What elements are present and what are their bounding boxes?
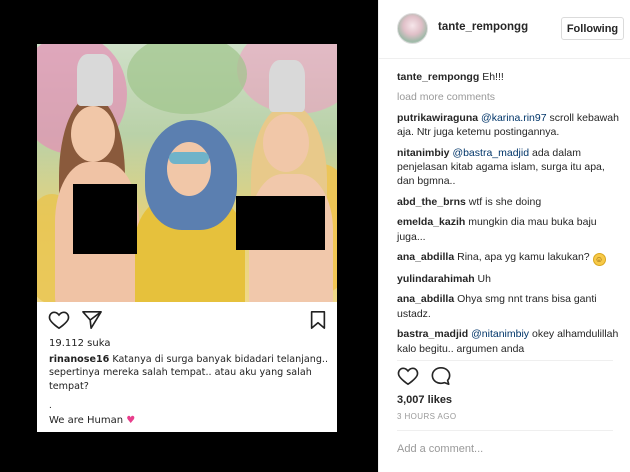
divider xyxy=(397,430,613,431)
comment-item: putrikawiraguna @karina.rin97 scroll keb… xyxy=(397,111,619,140)
comment-icon[interactable] xyxy=(430,366,452,386)
comment-mention[interactable]: @nitanimbiy xyxy=(471,328,529,340)
comment-mention[interactable]: @karina.rin97 xyxy=(481,112,547,124)
comment-item: ana_abdilla Ohya smg nnt trans bisa gant… xyxy=(397,292,619,321)
person-left-crown xyxy=(77,54,113,106)
comment-text: wtf is she doing xyxy=(468,195,542,208)
person-middle-face xyxy=(167,142,211,196)
comment-username[interactable]: putrikawiraguna xyxy=(397,112,478,124)
embedded-caption-username: rinanose16 xyxy=(49,354,110,365)
heart-icon[interactable] xyxy=(397,366,419,386)
comment-username[interactable]: ana_abdilla xyxy=(397,251,454,263)
caption-comment: tante_rempongg Eh!!! xyxy=(397,70,619,84)
comment-username[interactable]: bastra_madjid xyxy=(397,328,468,340)
divider xyxy=(397,360,613,361)
person-right-face xyxy=(263,114,309,172)
post-photo xyxy=(37,44,337,302)
comment-text: Rina, apa yg kamu lakukan? xyxy=(457,251,593,264)
post-media-area: 19.112 suka rinanose16 Katanya di surga … xyxy=(0,0,378,472)
post-header: tante_rempongg Following xyxy=(379,0,630,59)
person-middle-sunglasses xyxy=(169,152,209,164)
comment-username[interactable]: nitanimbiy xyxy=(397,147,450,159)
instagram-post-viewer: 19.112 suka rinanose16 Katanya di surga … xyxy=(0,0,630,472)
person-left-face xyxy=(71,106,115,162)
comment-username[interactable]: tante_rempongg xyxy=(397,71,479,83)
background-foliage xyxy=(127,44,247,114)
post-author-username[interactable]: tante_rempongg xyxy=(438,21,528,33)
following-button[interactable]: Following xyxy=(561,17,624,40)
load-more-comments-link[interactable]: load more comments xyxy=(397,90,619,104)
heart-icon xyxy=(48,311,70,330)
comment-username[interactable]: emelda_kazih xyxy=(397,216,465,228)
post-action-bar xyxy=(397,366,613,388)
post-timestamp[interactable]: 3 HOURS AGO xyxy=(397,412,457,421)
comment-mention[interactable]: @bastra_madjid xyxy=(452,147,529,159)
embedded-footer-text: We are Human xyxy=(49,415,124,426)
comment-item: abd_the_brns wtf is she doing xyxy=(397,195,619,209)
censor-bar-right xyxy=(236,196,325,250)
comment-username[interactable]: ana_abdilla xyxy=(397,293,454,305)
comment-username[interactable]: yulindarahimah xyxy=(397,273,475,285)
comment-item: yulindarahimah Uh xyxy=(397,272,619,286)
comment-item: bastra_madjid @nitanimbiy okey alhamduli… xyxy=(397,327,619,355)
comment-item: ana_abdilla Rina, apa yg kamu lakukan? ☺ xyxy=(397,250,619,267)
heart-emoji-icon: ♥ xyxy=(126,415,136,426)
censor-bar-left xyxy=(73,184,137,254)
grinning-face-emoji-icon: ☺ xyxy=(592,253,606,267)
comment-item: emelda_kazih mungkin dia mau buka baju j… xyxy=(397,215,619,244)
post-sidebar: tante_rempongg Following tante_rempongg … xyxy=(378,0,630,472)
likes-count[interactable]: 3,007 likes xyxy=(397,394,452,406)
embedded-likes-count: 19.112 suka xyxy=(49,338,111,349)
embedded-caption: rinanose16 Katanya di surga banyak bidad… xyxy=(49,353,329,393)
embedded-caption-dot: . xyxy=(49,400,52,411)
embedded-action-bar xyxy=(37,306,337,332)
person-right-crown xyxy=(269,60,305,112)
embedded-footer: We are Human ♥ xyxy=(49,415,135,426)
comment-username[interactable]: abd_the_brns xyxy=(397,196,466,208)
bookmark-icon xyxy=(310,311,326,329)
comment-item: nitanimbiy @bastra_madjid ada dalam penj… xyxy=(397,146,619,189)
share-icon xyxy=(82,311,102,329)
avatar[interactable] xyxy=(397,13,428,44)
embedded-screenshot: 19.112 suka rinanose16 Katanya di surga … xyxy=(37,44,337,432)
add-comment-input[interactable] xyxy=(397,443,613,455)
comment-text: Uh xyxy=(477,273,491,286)
comments-list: tante_rempongg Eh!!! load more comments … xyxy=(397,70,619,361)
comment-text: Eh!!! xyxy=(482,71,504,83)
